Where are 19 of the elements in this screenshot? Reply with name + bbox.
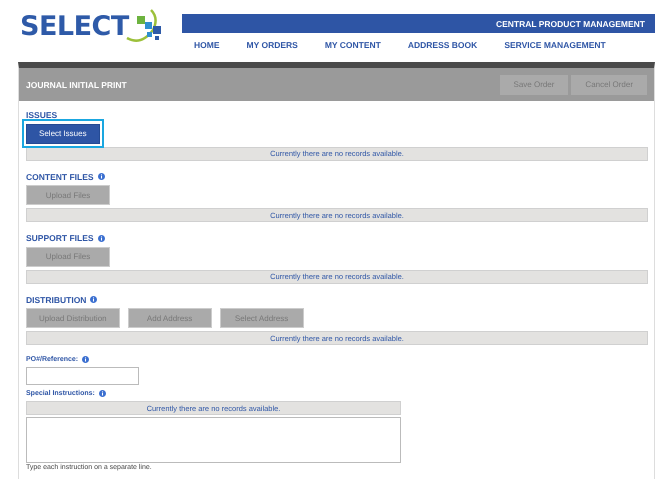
action-button[interactable]: Select Issues: [26, 124, 100, 144]
section-title: DISTRIBUTION: [26, 294, 86, 304]
nav-link[interactable]: SERVICE MANAGEMENT: [504, 40, 606, 50]
info-icon[interactable]: [98, 390, 106, 396]
nav-link[interactable]: MY ORDERS: [246, 40, 298, 50]
section-title: CONTENT FILES: [26, 172, 94, 182]
info-icon[interactable]: [82, 356, 90, 362]
nav-link[interactable]: MY CONTENT: [324, 40, 381, 50]
select-logo: SELECT: [20, 8, 175, 44]
nav-link[interactable]: HOME: [194, 40, 220, 50]
banner-title: CENTRAL PRODUCT MANAGEMENT: [496, 18, 645, 28]
input-field[interactable]: [26, 367, 139, 385]
panel-title: JOURNAL INITIAL PRINT: [26, 80, 127, 90]
info-icon[interactable]: [98, 234, 105, 242]
info-icon[interactable]: [90, 296, 98, 303]
info-icon[interactable]: [98, 173, 105, 180]
section-title: ISSUES: [26, 110, 58, 120]
nav-link[interactable]: ADDRESS BOOK: [408, 40, 478, 50]
section-title: SUPPORT FILES: [26, 233, 94, 243]
